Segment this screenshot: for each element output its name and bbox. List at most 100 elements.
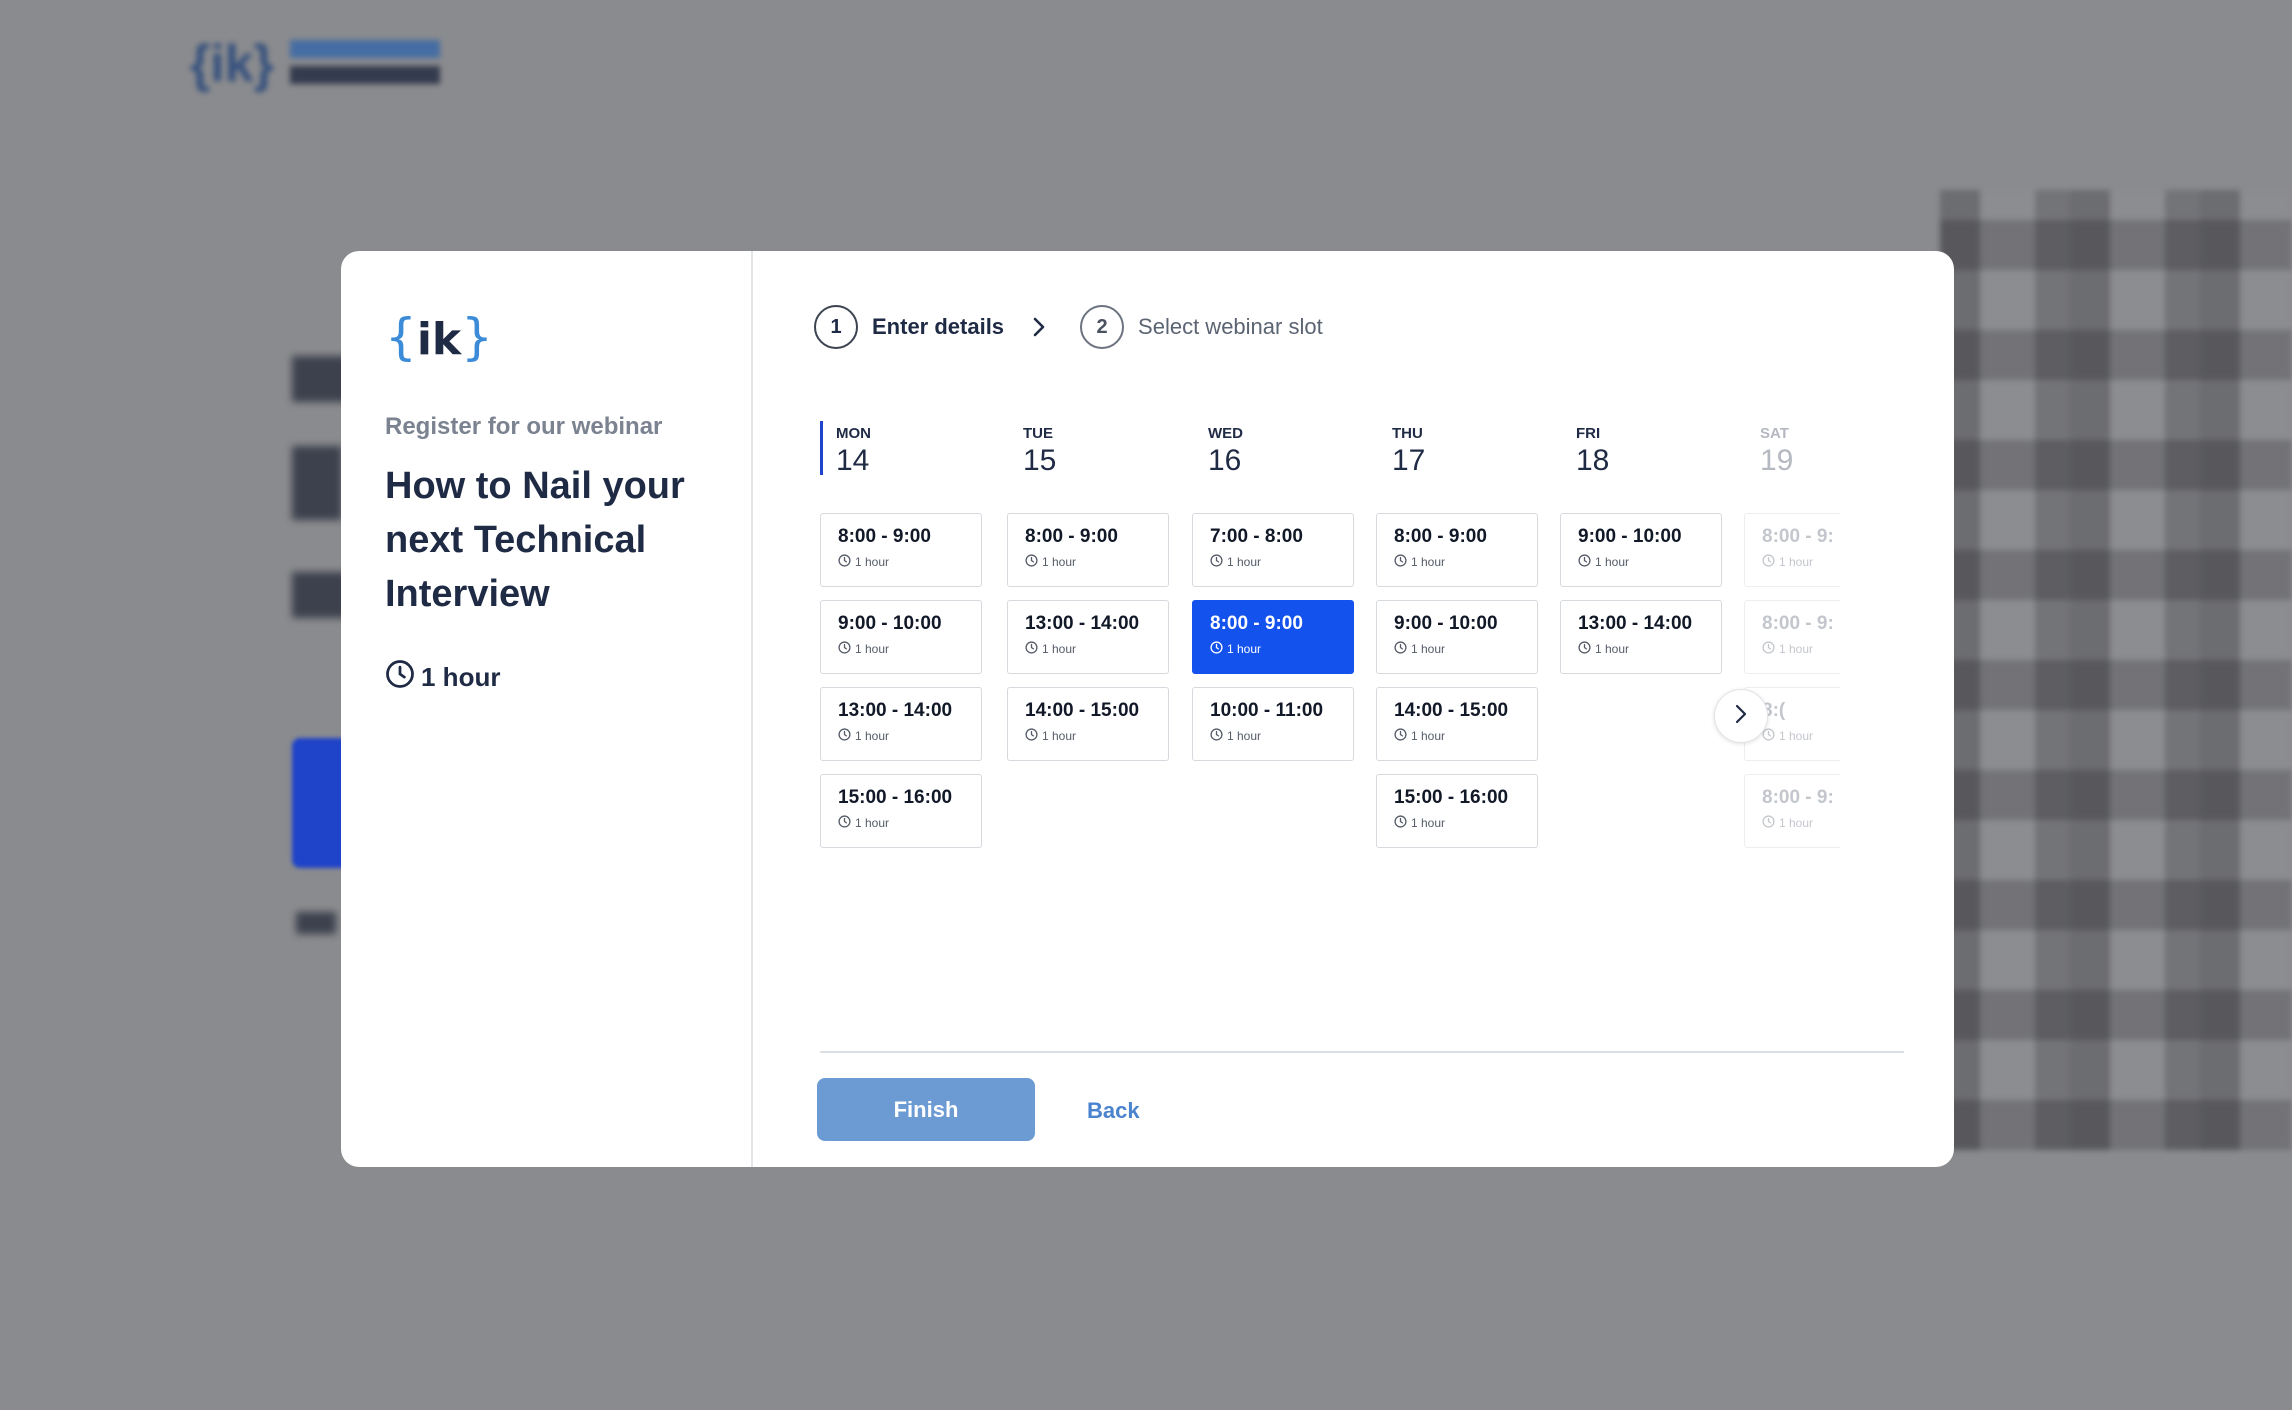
slot-duration: 1 hour <box>1025 554 1168 570</box>
time-slot[interactable]: 8:00 - 9: 1 hour <box>1744 774 1840 848</box>
slot-time: 13:00 - 14:00 <box>1578 613 1693 634</box>
time-slot[interactable]: 14:00 - 15:00 1 hour <box>1376 687 1538 761</box>
time-slot-selected[interactable]: 8:00 - 9:00 1 hour <box>1192 600 1354 674</box>
day-column-fri: FRI 18 9:00 - 10:00 1 hour 13:00 - 14:00 1 ho… <box>1560 421 1722 1111</box>
slot-duration-text: 1 hour <box>855 729 890 743</box>
slot-time: 8:00 - 9: <box>1762 526 1834 547</box>
finish-button[interactable]: Finish <box>817 1078 1035 1141</box>
clock-icon <box>1394 815 1407 831</box>
clock-icon <box>1394 554 1407 570</box>
clock-icon <box>1578 641 1591 657</box>
time-slot[interactable]: 9:00 - 10:00 1 hour <box>820 600 982 674</box>
step-1-number: 1 <box>814 305 858 349</box>
clock-icon <box>1394 641 1407 657</box>
slot-time: 8:00 - 9:00 <box>1394 526 1487 547</box>
day-date: 15 <box>1023 444 1057 477</box>
next-week-button[interactable] <box>1714 689 1768 743</box>
slot-duration-text: 1 hour <box>1779 729 1814 743</box>
time-slot[interactable]: 13:00 - 14:00 1 hour <box>1007 600 1169 674</box>
slot-time: 8:00 - 9:00 <box>1210 613 1303 634</box>
time-slot[interactable]: 8:00 - 9:00 1 hour <box>1376 513 1538 587</box>
clock-icon <box>838 554 851 570</box>
slot-duration: 1 hour <box>1394 641 1537 657</box>
clock-icon <box>838 728 851 744</box>
time-slot[interactable]: 8:00 - 9:00 1 hour <box>1007 513 1169 587</box>
slot-duration-text: 1 hour <box>1595 642 1630 656</box>
time-slot[interactable]: 15:00 - 16:00 1 hour <box>1376 774 1538 848</box>
slot-duration: 1 hour <box>1578 554 1721 570</box>
day-column-sat: SAT 19 8:00 - 9: 1 hour 8:00 - 9: 1 hour 8:( 1 … <box>1744 421 1840 1111</box>
slot-duration: 1 hour <box>1025 641 1168 657</box>
slot-duration: 1 hour <box>1762 815 1840 831</box>
slot-duration-text: 1 hour <box>855 642 890 656</box>
slot-time: 8:00 - 9: <box>1762 613 1834 634</box>
slot-duration-text: 1 hour <box>1411 729 1446 743</box>
duration-text: 1 hour <box>421 662 501 692</box>
clock-icon <box>385 659 415 696</box>
slot-duration-text: 1 hour <box>1042 642 1077 656</box>
slot-time: 14:00 - 15:00 <box>1025 700 1140 721</box>
day-header: TUE 15 <box>1007 421 1169 505</box>
time-slot[interactable]: 13:00 - 14:00 1 hour <box>1560 600 1722 674</box>
time-slot[interactable]: 8:00 - 9: 1 hour <box>1744 513 1840 587</box>
slot-time: 9:00 - 10:00 <box>1394 613 1498 634</box>
time-slot[interactable]: 9:00 - 10:00 1 hour <box>1560 513 1722 587</box>
slot-time: 15:00 - 16:00 <box>838 787 953 808</box>
slot-duration-text: 1 hour <box>1779 642 1814 656</box>
slot-duration: 1 hour <box>1025 728 1168 744</box>
step-2-number: 2 <box>1080 305 1125 349</box>
slot-duration-text: 1 hour <box>855 816 890 830</box>
back-button[interactable]: Back <box>1081 1078 1146 1141</box>
background-photo-grid <box>1940 190 2292 1150</box>
slot-duration-text: 1 hour <box>1411 642 1446 656</box>
slot-duration: 1 hour <box>838 815 981 831</box>
clock-icon <box>1025 728 1038 744</box>
background-logo: {ik} <box>190 34 450 94</box>
slot-duration-text: 1 hour <box>1042 555 1077 569</box>
time-slot[interactable]: 15:00 - 16:00 1 hour <box>820 774 982 848</box>
slot-time: 9:00 - 10:00 <box>1578 526 1682 547</box>
ik-logo: {ik} <box>385 308 493 366</box>
day-date: 14 <box>836 444 870 477</box>
slot-time: 8:00 - 9:00 <box>1025 526 1118 547</box>
slot-duration-text: 1 hour <box>1042 729 1077 743</box>
slot-duration: 1 hour <box>1578 641 1721 657</box>
webinar-info-panel: {ik} Register for our webinar How to Nai… <box>341 251 753 1167</box>
clock-icon <box>1025 641 1038 657</box>
day-column-mon: MON 14 8:00 - 9:00 1 hour 9:00 - 10:00 1 hour… <box>820 421 982 1111</box>
day-column-thu: THU 17 8:00 - 9:00 1 hour 9:00 - 10:00 1 hour… <box>1376 421 1538 1111</box>
slot-duration-text: 1 hour <box>855 555 890 569</box>
slot-duration: 1 hour <box>838 554 981 570</box>
slot-time: 15:00 - 16:00 <box>1394 787 1509 808</box>
time-slot[interactable]: 13:00 - 14:00 1 hour <box>820 687 982 761</box>
clock-icon <box>1762 554 1775 570</box>
slot-duration: 1 hour <box>838 728 981 744</box>
clock-icon <box>1210 554 1223 570</box>
day-header: THU 17 <box>1376 421 1538 505</box>
day-header: FRI 18 <box>1560 421 1722 505</box>
slot-time: 13:00 - 14:00 <box>838 700 953 721</box>
slot-time: 8:( <box>1762 700 1786 721</box>
clock-icon <box>1210 728 1223 744</box>
webinar-duration: 1 hour <box>385 659 500 696</box>
day-column-tue: TUE 15 8:00 - 9:00 1 hour 13:00 - 14:00 1 hou… <box>1007 421 1169 1111</box>
time-slot[interactable]: 10:00 - 11:00 1 hour <box>1192 687 1354 761</box>
time-slot[interactable]: 7:00 - 8:00 1 hour <box>1192 513 1354 587</box>
day-name: TUE <box>1023 425 1053 442</box>
slot-duration: 1 hour <box>1762 728 1840 744</box>
register-label: Register for our webinar <box>385 413 663 440</box>
clock-icon <box>1762 641 1775 657</box>
time-slot[interactable]: 9:00 - 10:00 1 hour <box>1376 600 1538 674</box>
slot-duration-text: 1 hour <box>1779 555 1814 569</box>
slot-duration: 1 hour <box>1762 641 1840 657</box>
day-date: 19 <box>1760 444 1794 477</box>
day-header: SAT 19 <box>1744 421 1840 505</box>
time-slot[interactable]: 14:00 - 15:00 1 hour <box>1007 687 1169 761</box>
time-slot[interactable]: 8:00 - 9: 1 hour <box>1744 600 1840 674</box>
day-header: MON 14 <box>820 421 982 477</box>
time-slot[interactable]: 8:00 - 9:00 1 hour <box>820 513 982 587</box>
slot-selection-panel: 1 Enter details 2 Select webinar slot MO… <box>753 251 1954 1167</box>
day-name: THU <box>1392 425 1423 442</box>
clock-icon <box>838 641 851 657</box>
slot-duration-text: 1 hour <box>1411 816 1446 830</box>
